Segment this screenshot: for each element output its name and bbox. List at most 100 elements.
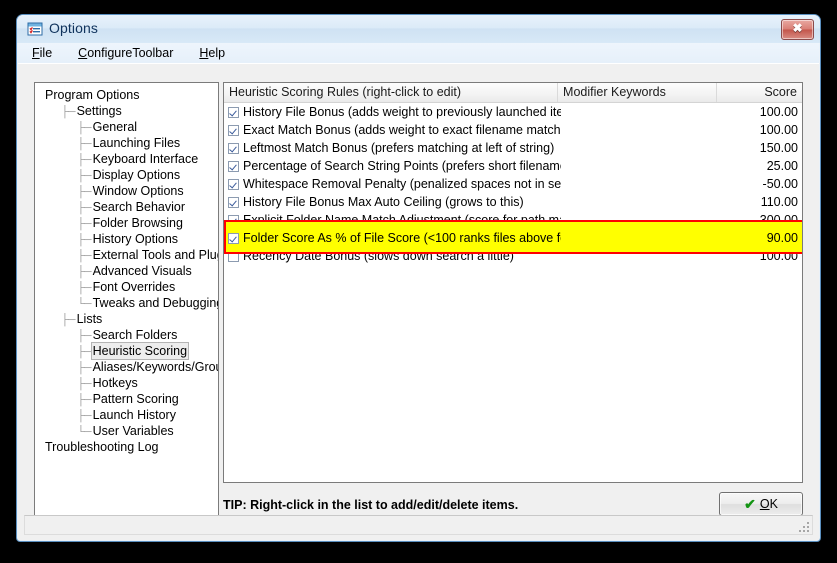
checkbox-checked-icon[interactable] — [228, 142, 239, 154]
tree-item-label: Tweaks and Debugging — [92, 296, 219, 310]
column-header-rules[interactable]: Heuristic Scoring Rules (right-click to … — [224, 83, 559, 102]
row-checkbox-cell[interactable] — [224, 211, 243, 229]
checkbox-unchecked-icon[interactable] — [228, 250, 239, 262]
tree-branch-icon: └─ — [77, 426, 92, 438]
table-row[interactable]: History File Bonus (adds weight to previ… — [224, 103, 802, 121]
tree-item-label: Folder Browsing — [92, 216, 183, 230]
row-rule-name: Recency Date Bonus (slows down search a … — [243, 249, 514, 263]
column-header-modifier-keywords[interactable]: Modifier Keywords — [558, 83, 717, 102]
row-checkbox-cell[interactable] — [224, 121, 243, 139]
tree-branch-icon: ├─ — [77, 218, 92, 230]
tree-branch-icon: ├─ — [77, 378, 92, 390]
tree-branch-icon: ├─ — [77, 234, 92, 246]
check-icon: ✔ — [744, 496, 756, 512]
row-checkbox-cell[interactable] — [224, 229, 243, 247]
tree-item-window-options[interactable]: ├─ Window Options — [43, 183, 218, 199]
checkbox-checked-icon[interactable] — [228, 178, 239, 190]
row-checkbox-cell[interactable] — [224, 193, 243, 211]
tree-item-general[interactable]: ├─ General — [43, 119, 218, 135]
table-row[interactable]: Explicit Folder Name Match Adjustment (s… — [224, 211, 802, 229]
close-button[interactable]: ✖ — [781, 19, 814, 40]
ok-accel: O — [759, 497, 770, 511]
tree-item-label: External Tools and Plugins — [92, 248, 218, 262]
row-checkbox-cell[interactable] — [224, 247, 243, 265]
menu-item-help[interactable]: Help — [199, 46, 225, 60]
tree-branch-icon: ├─ — [77, 250, 92, 262]
table-row[interactable]: Recency Date Bonus (slows down search a … — [224, 247, 802, 265]
tree-item-program-options[interactable]: Program Options — [43, 87, 218, 103]
checkbox-checked-icon[interactable] — [228, 124, 239, 136]
row-score: -50.00 — [762, 177, 798, 191]
tree-item-label: Launching Files — [92, 136, 181, 150]
row-modifier-keywords — [561, 229, 721, 247]
tree-item-label: Aliases/Keywords/Groups — [92, 360, 218, 374]
heuristic-scoring-list[interactable]: Heuristic Scoring Rules (right-click to … — [223, 82, 803, 483]
row-modifier-keywords — [561, 211, 721, 229]
tree-item-label: General — [92, 120, 138, 134]
table-row[interactable]: History File Bonus Max Auto Ceiling (gro… — [224, 193, 802, 211]
row-checkbox-cell[interactable] — [224, 157, 243, 175]
menu-label-help: elp — [208, 46, 226, 60]
menu-item-configure-toolbar[interactable]: ConfigureToolbar — [78, 46, 173, 60]
tree-item-label: Advanced Visuals — [92, 264, 192, 278]
tree-item-search-folders[interactable]: ├─ Search Folders — [43, 327, 218, 343]
row-checkbox-cell[interactable] — [224, 175, 243, 193]
options-window-icon — [27, 21, 43, 37]
tree-item-launching-files[interactable]: ├─ Launching Files — [43, 135, 218, 151]
resize-grip[interactable] — [797, 520, 809, 532]
checkbox-checked-icon[interactable] — [228, 106, 239, 118]
tree-item-aliases-keywords-groups[interactable]: ├─ Aliases/Keywords/Groups — [43, 359, 218, 375]
tree-branch-icon: ├─ — [61, 106, 76, 118]
tree-item-settings[interactable]: ├─ Settings — [43, 103, 218, 119]
table-row[interactable]: Leftmost Match Bonus (prefers matching a… — [224, 139, 802, 157]
tree-item-label: History Options — [92, 232, 179, 246]
ok-rest: K — [769, 497, 778, 511]
tree-branch-icon: ├─ — [77, 346, 92, 358]
tree-item-display-options[interactable]: ├─ Display Options — [43, 167, 218, 183]
tree-item-font-overrides[interactable]: ├─ Font Overrides — [43, 279, 218, 295]
row-score: 300.00 — [759, 213, 798, 227]
row-modifier-keywords — [561, 139, 721, 157]
list-header: Heuristic Scoring Rules (right-click to … — [224, 83, 802, 103]
row-rule-name: Whitespace Removal Penalty (penalized sp… — [243, 177, 561, 191]
row-rule-name: Exact Match Bonus (adds weight to exact … — [243, 123, 561, 137]
tree-item-troubleshooting-log[interactable]: Troubleshooting Log — [43, 439, 218, 455]
tree-item-advanced-visuals[interactable]: ├─ Advanced Visuals — [43, 263, 218, 279]
tree-item-pattern-scoring[interactable]: ├─ Pattern Scoring — [43, 391, 218, 407]
menu-accel-configure-toolbar: C — [78, 46, 88, 60]
checkbox-checked-icon[interactable] — [228, 196, 239, 208]
tree-item-label: Keyboard Interface — [92, 152, 199, 166]
row-checkbox-cell[interactable] — [224, 103, 243, 121]
tree-item-lists[interactable]: ├─ Lists — [43, 311, 218, 327]
table-row[interactable]: Folder Score As % of File Score (<100 ra… — [224, 229, 802, 247]
checkbox-checked-icon[interactable] — [228, 232, 239, 244]
tree-item-launch-history[interactable]: ├─ Launch History — [43, 407, 218, 423]
checkbox-checked-icon[interactable] — [228, 160, 239, 172]
tree-item-label: Window Options — [92, 184, 184, 198]
tree-item-label: Program Options — [45, 88, 140, 102]
table-row[interactable]: Whitespace Removal Penalty (penalized sp… — [224, 175, 802, 193]
ok-button-label: OK — [760, 497, 778, 511]
tree-item-heuristic-scoring[interactable]: ├─ Heuristic Scoring — [43, 342, 218, 360]
tree-branch-icon: ├─ — [77, 170, 92, 182]
tree-item-hotkeys[interactable]: ├─ Hotkeys — [43, 375, 218, 391]
ok-button[interactable]: ✔ OK — [719, 492, 803, 516]
row-rule-name: Leftmost Match Bonus (prefers matching a… — [243, 141, 555, 155]
table-row[interactable]: Exact Match Bonus (adds weight to exact … — [224, 121, 802, 139]
tree-item-user-variables[interactable]: └─ User Variables — [43, 423, 218, 439]
tree-item-tweaks-and-debugging[interactable]: └─ Tweaks and Debugging — [43, 295, 218, 311]
row-checkbox-cell[interactable] — [224, 139, 243, 157]
tree-item-search-behavior[interactable]: ├─ Search Behavior — [43, 199, 218, 215]
column-header-score[interactable]: Score — [717, 83, 802, 102]
tree-item-external-tools-and-plugins[interactable]: ├─ External Tools and Plugins — [43, 247, 218, 263]
table-row[interactable]: Percentage of Search String Points (pref… — [224, 157, 802, 175]
menu-item-file[interactable]: File — [32, 46, 52, 60]
title-bar: Options ✖ — [17, 15, 820, 43]
tree-branch-icon: ├─ — [77, 410, 92, 422]
options-tree[interactable]: Program Options ├─ Settings ├─ General ├─ L… — [34, 82, 219, 531]
row-modifier-keywords — [561, 175, 721, 193]
tree-item-keyboard-interface[interactable]: ├─ Keyboard Interface — [43, 151, 218, 167]
checkbox-checked-icon[interactable] — [228, 214, 239, 226]
tree-item-history-options[interactable]: ├─ History Options — [43, 231, 218, 247]
tree-item-folder-browsing[interactable]: ├─ Folder Browsing — [43, 215, 218, 231]
